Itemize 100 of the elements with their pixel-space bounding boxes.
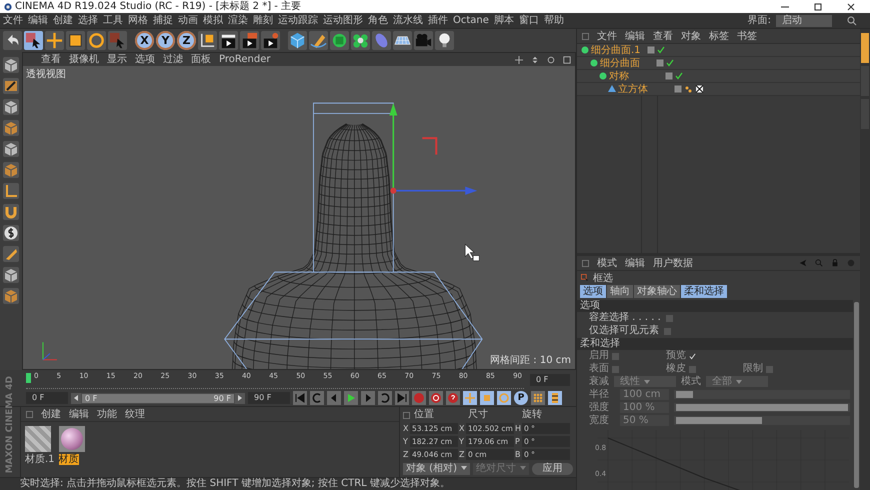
panel-grip-icon[interactable] (582, 32, 589, 40)
slider-track[interactable] (674, 390, 850, 400)
menu-item[interactable]: 帮助 (544, 14, 564, 27)
object-name[interactable]: 立方体 (618, 84, 648, 94)
menu-item[interactable]: 捕捉 (153, 14, 173, 27)
play-icon[interactable] (344, 391, 358, 405)
cube-icon[interactable] (3, 120, 19, 136)
material-name[interactable]: 材质.1 (25, 454, 55, 465)
checkbox[interactable] (689, 352, 696, 360)
object-name[interactable]: 对称 (609, 70, 629, 82)
scrollbar[interactable] (854, 302, 859, 488)
object-menu-item[interactable]: 标签 (709, 30, 729, 42)
menu-item[interactable]: 模拟 (203, 14, 223, 27)
material-menu-item[interactable]: 编辑 (69, 408, 89, 420)
scale-icon[interactable] (66, 31, 85, 50)
cube-icon[interactable] (3, 288, 19, 304)
grid-plane-icon[interactable] (393, 31, 412, 50)
viewport-menu-item[interactable]: 面板 (191, 54, 211, 66)
next-key-icon[interactable] (378, 391, 392, 405)
search-icon[interactable] (847, 16, 857, 26)
material-menu-item[interactable]: 纹理 (125, 408, 145, 420)
move-icon[interactable] (45, 31, 64, 50)
cube-icon[interactable] (3, 57, 19, 73)
step-back-icon[interactable] (327, 391, 341, 405)
material-menu-item[interactable]: 创建 (41, 408, 61, 420)
attribute-tab[interactable]: 轴向 (607, 285, 633, 298)
panel-grip-icon[interactable] (582, 260, 589, 266)
dot-grid-icon[interactable] (531, 391, 545, 405)
axis-lock-button[interactable]: Z (177, 31, 196, 50)
attribute-tab[interactable]: 选项 (580, 285, 606, 298)
menu-item[interactable]: 插件 (428, 14, 448, 27)
menu-item[interactable]: 角色 (368, 14, 388, 27)
axes-icon[interactable] (198, 31, 217, 50)
menu-item[interactable]: 运动跟踪 (278, 14, 318, 27)
viewport-menu-item[interactable]: 摄像机 (69, 54, 99, 66)
maximize-icon[interactable] (813, 2, 823, 12)
object-menu-item[interactable]: 书签 (737, 30, 757, 42)
menu-item[interactable]: 编辑 (28, 14, 48, 27)
magnet-icon[interactable] (3, 204, 19, 220)
go-to-start-icon[interactable] (293, 391, 307, 405)
slider-fill[interactable] (676, 391, 694, 398)
viewport-menu-item[interactable]: 查看 (41, 54, 61, 66)
rotate-icon[interactable] (87, 31, 106, 50)
checkbox[interactable] (666, 314, 673, 322)
menu-item[interactable]: 工具 (103, 14, 123, 27)
menu-item[interactable]: 运动图形 (323, 14, 363, 27)
viewport-menu-item[interactable]: ProRender (219, 54, 270, 66)
axis-lock-button[interactable]: Y (156, 31, 175, 50)
slider-track[interactable] (674, 416, 850, 426)
checkbox[interactable] (612, 352, 619, 360)
left-arrow-icon[interactable] (73, 395, 79, 401)
viewport-menu-item[interactable]: 显示 (107, 54, 127, 66)
cursor-icon[interactable] (24, 31, 43, 50)
end-frame-field[interactable]: 90 F (248, 392, 290, 404)
cube-icon[interactable] (3, 99, 19, 115)
axis-origin-handle[interactable] (390, 188, 396, 194)
menu-item[interactable]: 渲染 (228, 14, 248, 27)
start-frame-field[interactable]: 0 F (26, 392, 68, 404)
move-view-icon[interactable] (515, 56, 523, 64)
menu-item[interactable]: 脚本 (494, 14, 514, 27)
attribute-menu-item[interactable]: 编辑 (625, 256, 645, 270)
menu-item[interactable]: 窗口 (518, 14, 539, 27)
slider-fill[interactable] (676, 417, 762, 424)
menu-item[interactable]: 选择 (78, 14, 98, 27)
panel-grip-icon[interactable] (26, 410, 33, 418)
attribute-tab[interactable]: 柔和选择 (681, 285, 727, 298)
attribute-menu-item[interactable]: 模式 (597, 256, 617, 270)
playhead-marker[interactable] (26, 372, 31, 382)
material-menu-item[interactable]: 功能 (97, 408, 117, 420)
checkbox[interactable] (766, 366, 773, 373)
object-name[interactable]: 细分曲面 (600, 58, 640, 68)
step-forward-icon[interactable] (361, 391, 375, 405)
object-menu-item[interactable]: 编辑 (625, 30, 645, 42)
checkbox[interactable] (664, 328, 671, 335)
object-name[interactable]: 细分曲面.1 (591, 44, 641, 56)
rotate-view-icon[interactable] (547, 56, 555, 64)
tag-icons[interactable] (684, 85, 704, 93)
clapperboard-icon[interactable] (219, 31, 238, 50)
right-arrow-icon[interactable] (237, 395, 243, 401)
menu-item[interactable]: 创建 (53, 14, 73, 27)
viewport-menu-item[interactable]: 选项 (135, 54, 155, 66)
help-icon[interactable] (446, 391, 460, 405)
film-strip-icon[interactable] (548, 391, 562, 405)
menu-item[interactable]: Octane (453, 14, 489, 27)
clapperboard-icon[interactable] (240, 31, 259, 50)
layout-dropdown[interactable]: 启动 (776, 14, 832, 26)
checkbox[interactable] (689, 366, 696, 373)
axis-lock-button[interactable]: X (135, 31, 154, 50)
camera-icon[interactable] (414, 31, 433, 50)
clapperboard-icon[interactable] (261, 31, 280, 50)
viewport-canvas[interactable]: 透视视图 网格间距 : 10 cm (23, 66, 575, 369)
pen-icon[interactable] (309, 31, 328, 50)
brush-icon[interactable] (3, 78, 19, 94)
menu-item[interactable]: 网格 (128, 14, 148, 27)
cube-icon[interactable] (288, 31, 307, 50)
menu-item[interactable]: 流水线 (393, 14, 423, 27)
panel-icon[interactable] (563, 56, 571, 64)
current-frame-field[interactable]: 0 F (530, 374, 570, 386)
axis-icon[interactable] (3, 183, 19, 199)
object-menu-item[interactable]: 对象 (681, 30, 701, 42)
